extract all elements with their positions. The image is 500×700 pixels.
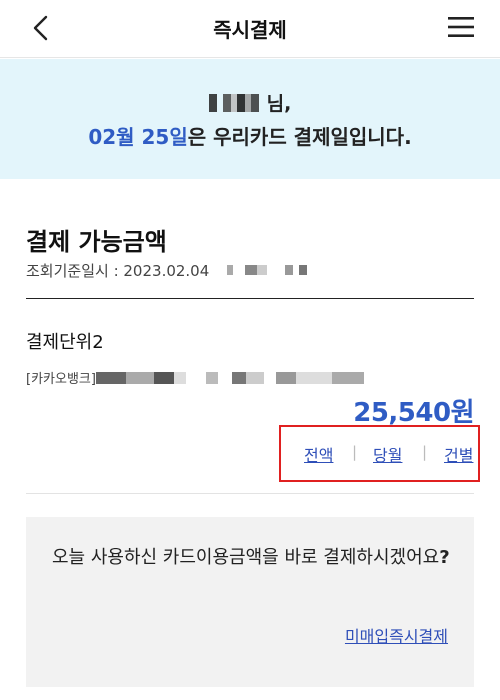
instant-payment-notice: 오늘 사용하신 카드이용금액을 바로 결제하시겠어요? 미매입즉시결제	[26, 517, 474, 687]
separator: |	[422, 443, 428, 461]
pay-full-link[interactable]: 전액	[304, 442, 333, 466]
masked-account-number	[95, 372, 364, 384]
page-title: 즉시결제	[213, 18, 287, 42]
payment-scope-options: 전액 | 당월 | 건별	[292, 442, 482, 466]
masked-time	[227, 265, 308, 275]
notice-message: 오늘 사용하신 카드이용금액을 바로 결제하시겠어요?	[52, 543, 452, 573]
notice-question-mark: ?	[439, 547, 450, 568]
hamburger-menu-icon	[448, 17, 474, 37]
menu-button[interactable]	[446, 12, 476, 42]
payment-date: 02월 25일	[88, 125, 188, 149]
bank-account: [카카오뱅크]	[26, 368, 364, 387]
greeting-line: 님,	[0, 89, 500, 116]
payable-amount: 25,540원	[353, 398, 474, 428]
payment-date-message: 은 우리카드 결제일입니다.	[187, 125, 412, 149]
bank-name: [카카오뱅크]	[26, 372, 96, 387]
payment-unit-title: 결제단위2	[26, 332, 104, 353]
payable-amount-title: 결제 가능금액	[26, 228, 167, 256]
name-suffix: 님,	[266, 93, 292, 115]
pay-current-month-link[interactable]: 당월	[373, 442, 402, 466]
divider	[26, 493, 474, 494]
payment-date-line: 02월 25일은 우리카드 결제일입니다.	[0, 121, 500, 150]
as-of-datetime: 조회기준일시 : 2023.02.04	[26, 260, 308, 281]
unbilled-instant-payment-link[interactable]: 미매입즉시결제	[345, 623, 448, 647]
as-of-label: 조회기준일시 : 2023.02.04	[26, 262, 210, 280]
payment-date-banner: 님, 02월 25일은 우리카드 결제일입니다.	[0, 59, 500, 179]
separator: |	[352, 443, 358, 461]
top-app-bar: 즉시결제	[0, 0, 500, 58]
pay-per-item-link[interactable]: 건별	[444, 442, 473, 466]
notice-text: 오늘 사용하신 카드이용금액을 바로 결제하시겠어요	[52, 547, 440, 568]
masked-user-name	[208, 94, 265, 112]
section-divider	[26, 298, 474, 299]
